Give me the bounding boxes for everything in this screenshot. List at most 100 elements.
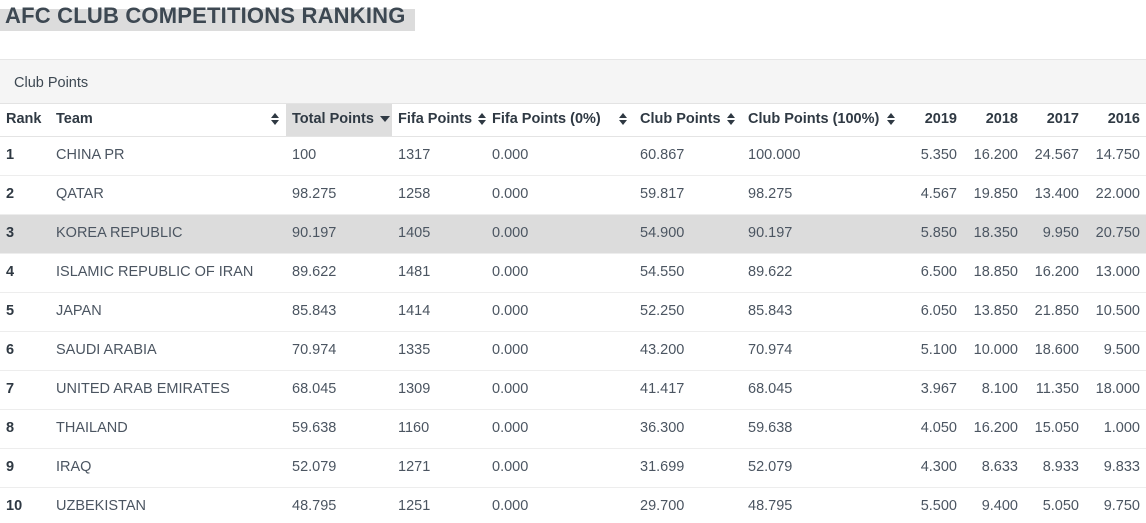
cell-club: 31.699: [634, 448, 742, 487]
column-header-fifa-points[interactable]: Fifa Points: [392, 104, 486, 136]
cell-total: 59.638: [286, 409, 392, 448]
cell-y2019: 4.567: [902, 175, 963, 214]
column-header-club-points[interactable]: Club Points: [634, 104, 742, 136]
cell-club100: 85.843: [742, 292, 902, 331]
cell-club: 41.417: [634, 370, 742, 409]
sort-both-icon[interactable]: [727, 112, 736, 126]
sort-both-icon[interactable]: [271, 112, 280, 126]
column-label-2018: 2018: [986, 111, 1018, 127]
table-body: 1CHINA PR10013170.00060.867100.0005.3501…: [0, 136, 1146, 523]
cell-team: QATAR: [50, 175, 286, 214]
cell-total: 70.974: [286, 331, 392, 370]
cell-fifa: 1335: [392, 331, 486, 370]
cell-team: IRAQ: [50, 448, 286, 487]
cell-y2016: 9.750: [1085, 487, 1146, 523]
ranking-table-container: Rank Team Total Points: [0, 104, 1146, 523]
page-title: AFC CLUB COMPETITIONS RANKING: [5, 2, 406, 30]
sort-both-icon[interactable]: [887, 112, 896, 126]
column-header-rank[interactable]: Rank: [0, 104, 50, 136]
cell-y2018: 18.850: [963, 253, 1024, 292]
column-label-fifa-points: Fifa Points: [398, 111, 472, 127]
cell-team: JAPAN: [50, 292, 286, 331]
table-row[interactable]: 8THAILAND59.63811600.00036.30059.6384.05…: [0, 409, 1146, 448]
cell-total: 90.197: [286, 214, 392, 253]
cell-y2017: 8.933: [1024, 448, 1085, 487]
cell-y2016: 18.000: [1085, 370, 1146, 409]
column-header-total-points[interactable]: Total Points: [286, 104, 392, 136]
cell-fifa0: 0.000: [486, 253, 634, 292]
cell-y2016: 22.000: [1085, 175, 1146, 214]
cell-y2018: 18.350: [963, 214, 1024, 253]
cell-y2019: 6.050: [902, 292, 963, 331]
cell-team: CHINA PR: [50, 136, 286, 175]
column-header-2016[interactable]: 2016: [1085, 104, 1146, 136]
cell-rank: 9: [0, 448, 50, 487]
cell-rank: 1: [0, 136, 50, 175]
cell-rank: 5: [0, 292, 50, 331]
cell-rank: 6: [0, 331, 50, 370]
table-row[interactable]: 9IRAQ52.07912710.00031.69952.0794.3008.6…: [0, 448, 1146, 487]
table-row[interactable]: 5JAPAN85.84314140.00052.25085.8436.05013…: [0, 292, 1146, 331]
cell-team: UNITED ARAB EMIRATES: [50, 370, 286, 409]
table-row[interactable]: 4ISLAMIC REPUBLIC OF IRAN89.62214810.000…: [0, 253, 1146, 292]
cell-club100: 70.974: [742, 331, 902, 370]
cell-y2016: 13.000: [1085, 253, 1146, 292]
cell-y2019: 5.100: [902, 331, 963, 370]
column-label-2016: 2016: [1108, 111, 1140, 127]
cell-y2019: 4.050: [902, 409, 963, 448]
cell-team: ISLAMIC REPUBLIC OF IRAN: [50, 253, 286, 292]
table-row[interactable]: 6SAUDI ARABIA70.97413350.00043.20070.974…: [0, 331, 1146, 370]
cell-club: 54.900: [634, 214, 742, 253]
column-header-team[interactable]: Team: [50, 104, 286, 136]
cell-fifa: 1309: [392, 370, 486, 409]
cell-y2018: 16.200: [963, 409, 1024, 448]
column-label-club-points: Club Points: [640, 111, 721, 127]
cell-fifa0: 0.000: [486, 448, 634, 487]
cell-rank: 2: [0, 175, 50, 214]
cell-y2016: 1.000: [1085, 409, 1146, 448]
cell-club: 43.200: [634, 331, 742, 370]
table-row[interactable]: 7UNITED ARAB EMIRATES68.04513090.00041.4…: [0, 370, 1146, 409]
cell-y2016: 9.833: [1085, 448, 1146, 487]
column-header-2018[interactable]: 2018: [963, 104, 1024, 136]
cell-club100: 48.795: [742, 487, 902, 523]
cell-y2019: 4.300: [902, 448, 963, 487]
sort-both-icon[interactable]: [478, 112, 487, 126]
sort-both-icon[interactable]: [619, 112, 628, 126]
table-row[interactable]: 2QATAR98.27512580.00059.81798.2754.56719…: [0, 175, 1146, 214]
cell-y2017: 24.567: [1024, 136, 1085, 175]
column-header-2017[interactable]: 2017: [1024, 104, 1085, 136]
column-header-club-points-100[interactable]: Club Points (100%): [742, 104, 902, 136]
cell-y2019: 3.967: [902, 370, 963, 409]
column-header-fifa-points-0[interactable]: Fifa Points (0%): [486, 104, 634, 136]
cell-club: 60.867: [634, 136, 742, 175]
cell-total: 85.843: [286, 292, 392, 331]
cell-y2018: 16.200: [963, 136, 1024, 175]
cell-y2017: 11.350: [1024, 370, 1085, 409]
cell-y2016: 14.750: [1085, 136, 1146, 175]
column-header-2019[interactable]: 2019: [902, 104, 963, 136]
cell-club100: 100.000: [742, 136, 902, 175]
cell-total: 89.622: [286, 253, 392, 292]
table-head: Rank Team Total Points: [0, 104, 1146, 136]
cell-total: 98.275: [286, 175, 392, 214]
cell-total: 52.079: [286, 448, 392, 487]
cell-club: 59.817: [634, 175, 742, 214]
table-row[interactable]: 1CHINA PR10013170.00060.867100.0005.3501…: [0, 136, 1146, 175]
cell-rank: 8: [0, 409, 50, 448]
cell-y2017: 21.850: [1024, 292, 1085, 331]
cell-y2019: 6.500: [902, 253, 963, 292]
cell-club: 29.700: [634, 487, 742, 523]
cell-fifa0: 0.000: [486, 409, 634, 448]
cell-rank: 7: [0, 370, 50, 409]
sort-desc-icon[interactable]: [380, 112, 389, 126]
cell-y2018: 19.850: [963, 175, 1024, 214]
column-label-rank: Rank: [6, 111, 41, 127]
column-label-club-points-100: Club Points (100%): [748, 111, 879, 127]
cell-y2017: 16.200: [1024, 253, 1085, 292]
cell-y2017: 15.050: [1024, 409, 1085, 448]
table-row[interactable]: 3KOREA REPUBLIC90.19714050.00054.90090.1…: [0, 214, 1146, 253]
tab-club-points[interactable]: Club Points: [14, 73, 88, 93]
table-row[interactable]: 10UZBEKISTAN48.79512510.00029.70048.7955…: [0, 487, 1146, 523]
page-header: AFC CLUB COMPETITIONS RANKING: [0, 0, 1146, 38]
